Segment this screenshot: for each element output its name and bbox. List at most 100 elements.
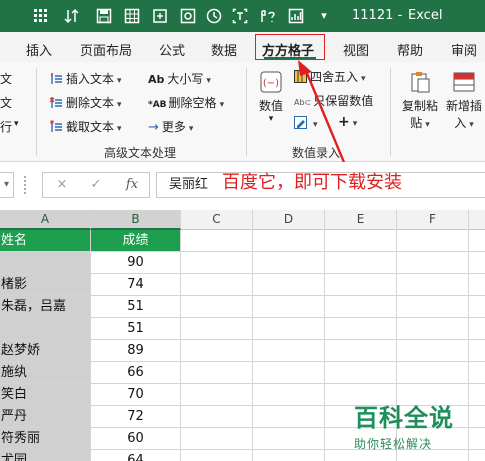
empty-cell[interactable] <box>181 252 253 274</box>
empty-cell[interactable] <box>253 340 325 362</box>
empty-cell[interactable] <box>253 230 325 252</box>
empty-cell[interactable] <box>397 318 469 340</box>
cell-name[interactable]: 施纨 <box>0 362 91 384</box>
empty-cell[interactable] <box>253 384 325 406</box>
screenshot-icon[interactable] <box>180 8 196 24</box>
cell-score[interactable]: 72 <box>91 406 181 428</box>
empty-cell[interactable] <box>253 362 325 384</box>
tab-data[interactable]: 数据 <box>211 40 237 59</box>
empty-cell[interactable] <box>181 384 253 406</box>
empty-cell[interactable] <box>469 384 485 406</box>
tab-view[interactable]: 视图 <box>343 40 369 59</box>
more-button[interactable]: → 更多 ▾ <box>148 118 193 135</box>
formula-bar-grip[interactable] <box>24 176 26 194</box>
tab-help[interactable]: 帮助 <box>397 40 423 59</box>
copy-paste-button[interactable]: 复制粘 贴 ▾ <box>402 70 438 131</box>
empty-cell[interactable] <box>181 296 253 318</box>
delete-spaces-button[interactable]: *AB 删除空格 ▾ <box>148 94 224 111</box>
empty-cell[interactable] <box>325 340 397 362</box>
cell-score[interactable]: 66 <box>91 362 181 384</box>
insert-function-icon[interactable]: fx <box>123 177 141 192</box>
empty-cell[interactable] <box>325 362 397 384</box>
cell-score[interactable]: 89 <box>91 340 181 362</box>
column-header-c[interactable]: C <box>181 210 253 230</box>
customize-quick-access-icon[interactable]: ▾ <box>316 8 332 24</box>
empty-cell[interactable] <box>469 318 485 340</box>
ribbon-partial-item[interactable]: 文 <box>0 70 12 87</box>
empty-cell[interactable] <box>253 450 325 461</box>
sort-icon[interactable] <box>64 8 80 24</box>
cell-score[interactable]: 64 <box>91 450 181 461</box>
cell-score[interactable]: 90 <box>91 252 181 274</box>
empty-cell[interactable] <box>397 274 469 296</box>
empty-cell[interactable] <box>397 340 469 362</box>
empty-cell[interactable] <box>469 230 485 252</box>
delete-text-button[interactable]: 删除文本 ▾ <box>50 94 122 111</box>
cell-name[interactable]: 符秀丽 <box>0 428 91 450</box>
empty-cell[interactable] <box>397 230 469 252</box>
empty-cell[interactable] <box>181 340 253 362</box>
tab-insert[interactable]: 插入 <box>26 40 52 59</box>
empty-cell[interactable] <box>181 318 253 340</box>
clock-icon[interactable] <box>206 8 222 24</box>
cell-name[interactable] <box>0 318 91 340</box>
empty-cell[interactable] <box>325 318 397 340</box>
cell-name[interactable]: 楮影 <box>0 274 91 296</box>
grid-icon[interactable] <box>33 8 49 24</box>
cell-name[interactable]: 严丹 <box>0 406 91 428</box>
cell-score[interactable]: 74 <box>91 274 181 296</box>
name-box-dropdown[interactable]: ▾ <box>0 172 14 198</box>
empty-cell[interactable] <box>181 274 253 296</box>
empty-cell[interactable] <box>181 230 253 252</box>
column-header-d[interactable]: D <box>253 210 325 230</box>
empty-cell[interactable] <box>397 362 469 384</box>
empty-cell[interactable] <box>469 296 485 318</box>
cell-name[interactable] <box>0 252 91 274</box>
cell-name[interactable]: 朱磊，吕嘉 <box>0 296 91 318</box>
cell-name[interactable]: 笑白 <box>0 384 91 406</box>
cell-score[interactable]: 51 <box>91 318 181 340</box>
header-cell-name[interactable]: 姓名 <box>0 230 91 252</box>
column-header-g[interactable] <box>469 210 485 230</box>
chart-icon[interactable] <box>288 8 304 24</box>
confirm-icon[interactable]: ✓ <box>87 177 105 192</box>
empty-cell[interactable] <box>181 406 253 428</box>
empty-cell[interactable] <box>181 362 253 384</box>
empty-cell[interactable] <box>181 428 253 450</box>
empty-cell[interactable] <box>325 274 397 296</box>
empty-cell[interactable] <box>469 274 485 296</box>
column-header-a[interactable]: A <box>0 210 91 230</box>
numeric-button[interactable]: (−) 数值 ▾ <box>256 70 286 124</box>
empty-cell[interactable] <box>253 318 325 340</box>
case-button[interactable]: Ab 大小写 ▾ <box>148 70 211 87</box>
ribbon-partial-item[interactable]: 文 <box>0 94 12 111</box>
new-insert-button[interactable]: 新增插 入 ▾ <box>444 70 484 131</box>
ribbon-partial-item[interactable]: 行 <box>0 118 12 135</box>
column-header-e[interactable]: E <box>325 210 397 230</box>
empty-cell[interactable] <box>397 252 469 274</box>
empty-cell[interactable] <box>469 362 485 384</box>
empty-cell[interactable] <box>253 274 325 296</box>
empty-cell[interactable] <box>469 406 485 428</box>
extract-text-button[interactable]: 截取文本 ▾ <box>50 118 122 135</box>
help-icon[interactable] <box>260 8 276 24</box>
empty-cell[interactable] <box>397 296 469 318</box>
cell-score[interactable]: 70 <box>91 384 181 406</box>
empty-cell[interactable] <box>181 450 253 461</box>
cell-name[interactable]: 尤园 <box>0 450 91 461</box>
chevron-down-icon[interactable]: ▾ <box>14 119 19 129</box>
table-icon[interactable] <box>124 8 140 24</box>
cell-score[interactable]: 51 <box>91 296 181 318</box>
empty-cell[interactable] <box>325 296 397 318</box>
cancel-icon[interactable]: × <box>53 177 71 192</box>
empty-cell[interactable] <box>325 252 397 274</box>
cell-name[interactable]: 赵梦娇 <box>0 340 91 362</box>
column-header-b[interactable]: B <box>91 210 181 230</box>
text-box-icon[interactable] <box>232 8 248 24</box>
header-cell-score[interactable]: 成绩 <box>91 230 181 252</box>
column-header-f[interactable]: F <box>397 210 469 230</box>
insert-text-button[interactable]: 插入文本 ▾ <box>50 70 122 87</box>
empty-cell[interactable] <box>325 230 397 252</box>
tab-page-layout[interactable]: 页面布局 <box>80 40 132 59</box>
empty-cell[interactable] <box>469 428 485 450</box>
